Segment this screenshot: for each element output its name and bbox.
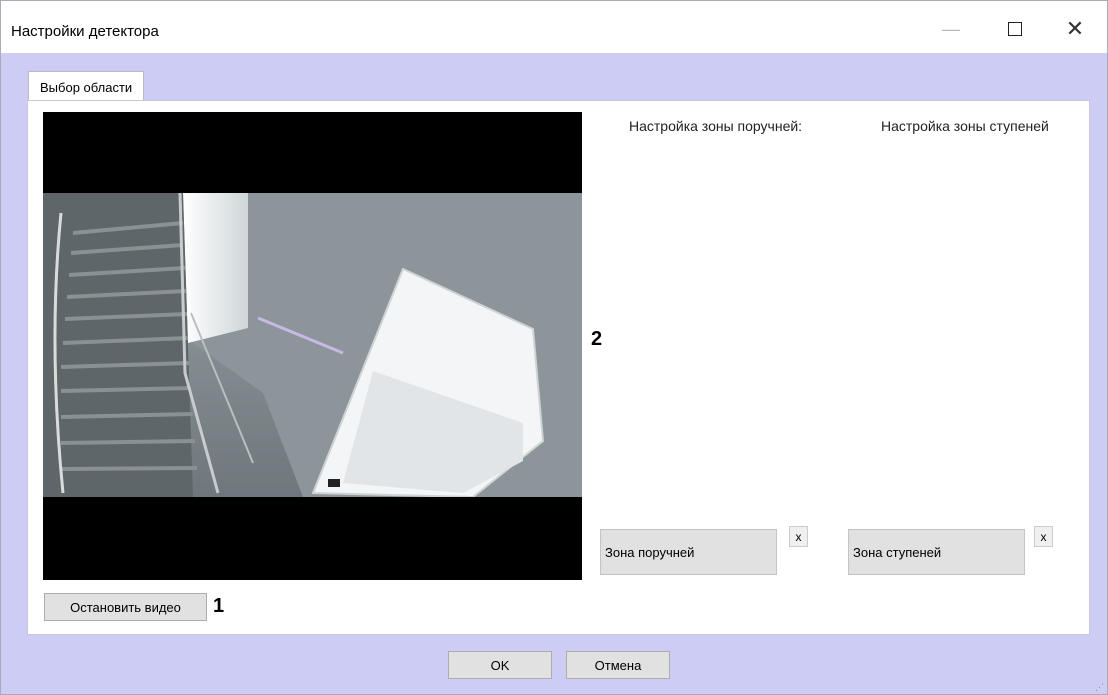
maximize-icon: [1008, 22, 1022, 36]
rail-zone-label: Зона поручней: [605, 544, 695, 560]
remove-icon: x: [795, 529, 802, 544]
detector-settings-window: Настройки детектора — ✕ Выбор области Ос…: [0, 0, 1108, 695]
steps-zone-header: Настройка зоны ступеней: [881, 118, 1049, 134]
camera-frame: [43, 193, 582, 497]
cancel-label: Отмена: [594, 657, 642, 673]
stop-video-label: Остановить видео: [70, 599, 181, 615]
minimize-button[interactable]: —: [929, 9, 973, 49]
callout-marker-1: 1: [213, 595, 225, 617]
video-preview[interactable]: [43, 112, 582, 580]
ok-label: OK: [490, 657, 510, 673]
close-button[interactable]: ✕: [1053, 9, 1097, 49]
area-selection-panel: Остановить видео 1 2 Настройка зоны пору…: [27, 100, 1090, 635]
tab-area-selection[interactable]: Выбор области: [28, 71, 145, 102]
close-icon: ✕: [1065, 16, 1085, 41]
steps-zone-button[interactable]: Зона ступеней: [848, 529, 1025, 575]
cancel-button[interactable]: Отмена: [566, 651, 670, 679]
ok-button[interactable]: OK: [448, 651, 552, 679]
rail-zone-button[interactable]: Зона поручней: [600, 529, 777, 575]
stop-video-button[interactable]: Остановить видео: [44, 593, 207, 621]
resize-grip-icon[interactable]: ⋰: [1095, 682, 1105, 692]
title-bar: Настройки детектора — ✕: [1, 1, 1107, 53]
remove-steps-zone-button[interactable]: x: [1034, 526, 1053, 547]
maximize-button[interactable]: [993, 9, 1037, 49]
remove-rail-zone-button[interactable]: x: [789, 526, 808, 547]
tab-label: Выбор области: [40, 79, 133, 95]
minimize-icon: —: [942, 18, 960, 39]
remove-icon: x: [1040, 529, 1047, 544]
steps-zone-label: Зона ступеней: [853, 544, 942, 560]
callout-marker-2: 2: [591, 328, 603, 350]
rail-zone-header: Настройка зоны поручней:: [629, 118, 803, 134]
window-title: Настройки детектора: [11, 23, 159, 40]
